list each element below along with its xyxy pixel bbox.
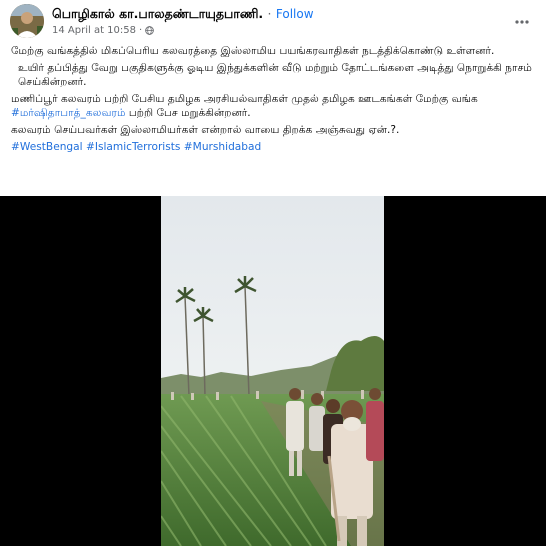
post-paragraph-1: மேற்கு வங்கத்தில் மிகப்பெரிய கலவரத்தை இஸ… (11, 45, 495, 57)
globe-icon (145, 26, 154, 35)
author-name[interactable]: பொழிகால் கா.பாலதண்டாயுதபாணி. (52, 6, 263, 21)
facebook-post: பொழிகால் கா.பாலதண்டாயுதபாணி. · Follow 14… (0, 0, 546, 546)
post-header: பொழிகால் கா.பாலதண்டாயுதபாணி. · Follow 14… (10, 4, 536, 40)
video-player[interactable] (0, 196, 546, 546)
post-paragraph-2: உயிர் தப்பித்து வேறு பகுதிகளுக்கு ஓடிய இ… (18, 62, 532, 88)
post-paragraph-3: மணிப்பூர் கலவரம் பற்றி பேசிய தமிழக அரசிய… (11, 92, 536, 120)
more-options-icon[interactable] (514, 14, 530, 30)
hashtags[interactable]: #WestBengal #IslamicTerrorists #Murshida… (11, 140, 536, 154)
video-frame (160, 196, 384, 546)
paragraph-3-end: பற்றி பேச மறுக்கின்றனர். (125, 107, 251, 119)
author-line: பொழிகால் கா.பாலதண்டாயுதபாணி. · Follow (52, 6, 314, 23)
post-meta: 14 April at 10:58 · (52, 25, 154, 36)
hashtag-link[interactable]: #மர்ஷிதாபாத்_கலவரம் (11, 107, 126, 119)
post-paragraph-4: கலவரம் செய்பவர்கள் இஸ்லாமியர்கள் என்றால்… (11, 124, 400, 136)
follow-button[interactable]: Follow (276, 7, 314, 21)
timestamp[interactable]: 14 April at 10:58 (52, 25, 136, 36)
meta-separator: · (138, 25, 143, 36)
paragraph-3-start: மணிப்பூர் கலவரம் பற்றி பேசிய தமிழக அரசிய… (11, 93, 478, 105)
avatar[interactable] (10, 4, 44, 38)
separator: · (267, 6, 272, 21)
post-body: மேற்கு வங்கத்தில் மிகப்பெரிய கலவரத்தை இஸ… (11, 44, 536, 157)
